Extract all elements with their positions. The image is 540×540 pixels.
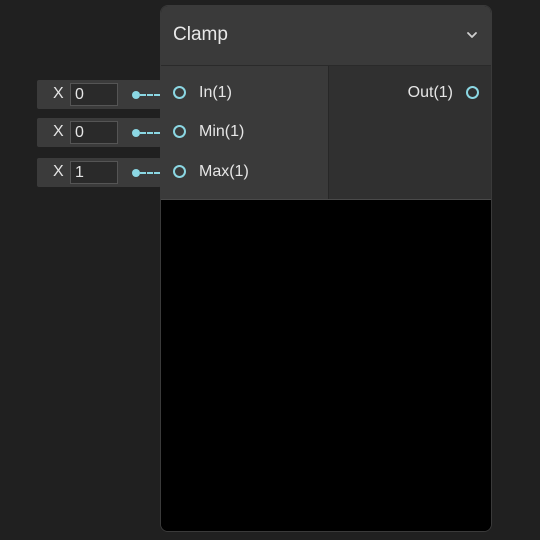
- input-port-max[interactable]: Max(1): [161, 157, 328, 187]
- port-circle-icon[interactable]: [173, 165, 186, 178]
- input-ports: In(1) Min(1) Max(1): [161, 66, 329, 199]
- port-circle-icon[interactable]: [466, 86, 479, 99]
- port-circle-icon[interactable]: [173, 86, 186, 99]
- max-edge-wire: [140, 172, 160, 174]
- in-field-connector-icon: [132, 91, 140, 99]
- max-value-field: X: [37, 158, 161, 187]
- output-port-out[interactable]: Out(1): [329, 78, 491, 108]
- min-value-field: X: [37, 118, 161, 147]
- node-header[interactable]: Clamp: [161, 6, 491, 66]
- output-ports: Out(1): [329, 66, 491, 199]
- node-title: Clamp: [173, 24, 228, 45]
- clamp-node[interactable]: Clamp In(1) Min(1) Max(1) Out(1): [160, 5, 492, 532]
- port-circle-icon[interactable]: [173, 125, 186, 138]
- max-value-input[interactable]: [70, 161, 118, 184]
- input-port-label: Max(1): [199, 163, 249, 180]
- output-port-label: Out(1): [407, 84, 453, 101]
- node-preview-area: [161, 200, 491, 531]
- min-field-connector-icon: [132, 129, 140, 137]
- input-port-label: In(1): [199, 84, 232, 101]
- input-port-label: Min(1): [199, 123, 245, 140]
- min-axis-label: X: [53, 123, 64, 140]
- in-axis-label: X: [53, 85, 64, 102]
- in-edge-wire: [140, 94, 160, 96]
- min-edge-wire: [140, 132, 160, 134]
- in-value-input[interactable]: [70, 83, 118, 106]
- max-axis-label: X: [53, 163, 64, 180]
- max-field-connector-icon: [132, 169, 140, 177]
- ports-area: In(1) Min(1) Max(1) Out(1): [161, 66, 491, 200]
- chevron-down-icon[interactable]: [465, 28, 479, 42]
- input-port-min[interactable]: Min(1): [161, 117, 328, 147]
- in-value-field: X: [37, 80, 161, 109]
- input-port-in[interactable]: In(1): [161, 78, 328, 108]
- min-value-input[interactable]: [70, 121, 118, 144]
